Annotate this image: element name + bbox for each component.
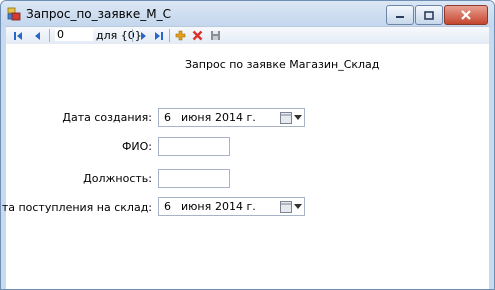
position-label: Должность: [83, 172, 152, 185]
add-new-button[interactable] [173, 28, 187, 43]
warehouse-date-month[interactable]: июня [181, 200, 211, 213]
toolbar-separator [132, 29, 133, 42]
chevron-down-icon [294, 114, 302, 120]
toolbar-separator [169, 29, 170, 42]
minimize-icon [396, 16, 404, 18]
move-previous-button[interactable] [31, 28, 45, 43]
maximize-button[interactable] [415, 5, 443, 25]
created-date-label: Дата создания: [62, 111, 152, 124]
toolbar-separator [49, 29, 50, 42]
warehouse-date-dropdown-button[interactable] [280, 199, 302, 214]
move-first-button[interactable] [11, 28, 25, 43]
move-next-icon [141, 31, 146, 40]
save-icon [210, 31, 220, 40]
warehouse-date-label: Дата поступления на склад: [0, 201, 152, 214]
binding-navigator: для {0} [6, 26, 489, 45]
window-title: Запрос_по_заявке_М_С [26, 7, 172, 21]
warehouse-date-picker[interactable]: 6 июня 2014 г. [158, 197, 305, 216]
position-field[interactable] [158, 169, 230, 188]
title-bar[interactable]: Запрос_по_заявке_М_С [1, 1, 494, 27]
form-client-area: Запрос по заявке Магазин_Склад Дата созд… [1, 44, 489, 289]
app-window: Запрос_по_заявке_М_С для {0} [0, 0, 495, 290]
chevron-down-icon [294, 203, 302, 209]
form-heading: Запрос по заявке Магазин_Склад [185, 58, 380, 71]
created-date-year[interactable]: 2014 г. [215, 111, 256, 124]
position-input[interactable] [55, 28, 93, 41]
move-last-button[interactable] [152, 28, 166, 43]
delete-button[interactable] [190, 28, 204, 43]
created-date-picker[interactable]: 6 июня 2014 г. [158, 108, 305, 127]
warehouse-date-year[interactable]: 2014 г. [215, 200, 256, 213]
created-date-day[interactable]: 6 [164, 111, 171, 124]
save-button[interactable] [208, 28, 222, 43]
move-previous-icon [35, 31, 40, 40]
warehouse-date-day[interactable]: 6 [164, 200, 171, 213]
calendar-icon [280, 111, 292, 124]
calendar-icon [280, 200, 292, 213]
delete-icon [192, 30, 202, 41]
count-label: для {0} [96, 29, 142, 42]
created-date-month[interactable]: июня [181, 111, 211, 124]
caption-buttons [386, 5, 488, 25]
fio-label: ФИО: [121, 140, 152, 153]
form-app-icon [7, 7, 21, 21]
maximize-icon [424, 10, 434, 20]
created-date-dropdown-button[interactable] [280, 110, 302, 125]
add-new-icon [175, 30, 185, 41]
move-next-button[interactable] [136, 28, 150, 43]
close-button[interactable] [444, 5, 488, 25]
move-first-icon [14, 31, 22, 40]
close-icon [461, 10, 471, 20]
move-last-icon [155, 31, 163, 40]
minimize-button[interactable] [386, 5, 414, 25]
fio-field[interactable] [158, 137, 230, 156]
